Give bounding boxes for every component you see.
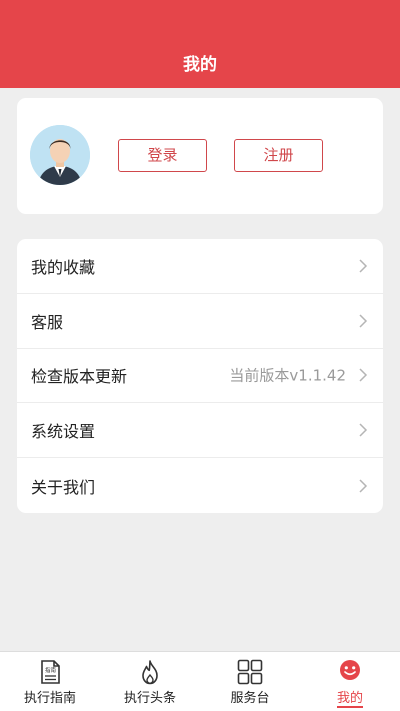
menu-item-customer-service[interactable]: 客服 bbox=[17, 294, 383, 349]
active-tab-indicator bbox=[337, 706, 363, 708]
menu-item-label: 客服 bbox=[31, 312, 64, 332]
chevron-right-icon bbox=[359, 259, 368, 273]
avatar[interactable] bbox=[30, 125, 90, 185]
tab-label: 我的 bbox=[336, 691, 363, 706]
chevron-right-icon bbox=[359, 479, 368, 493]
user-avatar-icon bbox=[30, 125, 90, 185]
tab-mine[interactable]: 我的 bbox=[300, 652, 400, 711]
menu-item-label: 系统设置 bbox=[31, 422, 96, 442]
svg-text:指南: 指南 bbox=[45, 666, 57, 674]
register-button[interactable]: 注册 bbox=[234, 139, 323, 172]
smiley-icon bbox=[340, 660, 360, 680]
menu-item-label: 检查版本更新 bbox=[31, 367, 128, 387]
tab-service-desk[interactable]: 服务台 bbox=[200, 652, 300, 711]
guide-doc-icon: 指南 bbox=[41, 660, 60, 684]
menu-item-about[interactable]: 关于我们 bbox=[17, 458, 383, 513]
menu-item-favorites[interactable]: 我的收藏 bbox=[17, 239, 383, 294]
menu-item-settings[interactable]: 系统设置 bbox=[17, 403, 383, 459]
tab-label: 服务台 bbox=[230, 691, 270, 706]
tab-label: 执行指南 bbox=[23, 691, 76, 706]
current-version-text: 当前版本v1.1.42 bbox=[229, 366, 346, 385]
menu-item-label: 关于我们 bbox=[31, 477, 96, 497]
menu-list: 我的收藏 客服 检查版本更新 当前版本v1.1.42 系统设置 关于我们 bbox=[17, 239, 383, 513]
bottom-tab-bar: 指南 执行指南 执行头条 服务台 我的 bbox=[0, 651, 400, 711]
chevron-right-icon bbox=[359, 368, 368, 383]
tab-guide[interactable]: 指南 执行指南 bbox=[0, 652, 100, 711]
chevron-right-icon bbox=[359, 423, 368, 437]
grid-icon bbox=[237, 659, 263, 685]
login-button[interactable]: 登录 bbox=[118, 139, 207, 172]
page-title: 我的 bbox=[183, 55, 217, 75]
app-header: 我的 bbox=[0, 0, 400, 88]
flame-icon bbox=[142, 660, 158, 685]
chevron-right-icon bbox=[359, 314, 368, 328]
menu-item-label: 我的收藏 bbox=[31, 257, 96, 277]
profile-card: 登录 注册 bbox=[17, 98, 383, 214]
menu-item-check-update[interactable]: 检查版本更新 当前版本v1.1.42 bbox=[17, 349, 383, 404]
tab-headlines[interactable]: 执行头条 bbox=[100, 652, 200, 711]
tab-label: 执行头条 bbox=[123, 691, 176, 706]
